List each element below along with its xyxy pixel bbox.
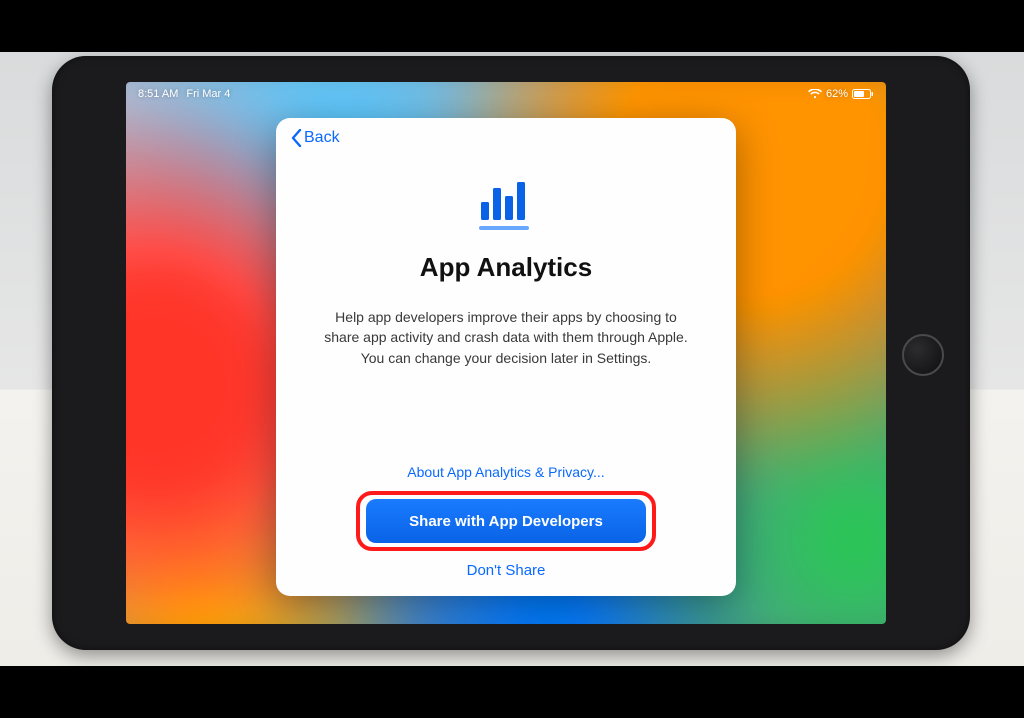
modal-header: Back: [276, 118, 736, 152]
status-battery-percent: 62%: [826, 88, 848, 100]
share-with-developers-button[interactable]: Share with App Developers: [366, 499, 646, 543]
wifi-icon: [808, 89, 822, 99]
status-date: Fri Mar 4: [186, 88, 230, 100]
status-bar: 8:51 AM Fri Mar 4 62%: [126, 82, 886, 104]
status-time: 8:51 AM: [138, 88, 178, 100]
back-label: Back: [304, 129, 340, 147]
modal-footer: About App Analytics & Privacy... Share w…: [276, 463, 736, 596]
modal-body: App Analytics Help app developers improv…: [276, 152, 736, 463]
about-analytics-link[interactable]: About App Analytics & Privacy...: [401, 463, 610, 481]
ipad-screen: 8:51 AM Fri Mar 4 62%: [126, 82, 886, 624]
chevron-left-icon: [290, 129, 302, 147]
setup-modal: Back App Analytics Help app: [276, 118, 736, 596]
back-button[interactable]: Back: [284, 128, 346, 148]
battery-icon: [852, 89, 874, 99]
highlight-annotation: Share with App Developers: [356, 491, 656, 551]
photo-scene: 8:51 AM Fri Mar 4 62%: [0, 52, 1024, 666]
dont-share-button[interactable]: Don't Share: [461, 561, 552, 580]
ipad-device: 8:51 AM Fri Mar 4 62%: [52, 56, 970, 650]
modal-title: App Analytics: [420, 252, 592, 283]
modal-description: Help app developers improve their apps b…: [320, 307, 692, 368]
analytics-icon: [471, 178, 541, 234]
letterbox-top: [0, 0, 1024, 52]
letterbox-bottom: [0, 666, 1024, 718]
